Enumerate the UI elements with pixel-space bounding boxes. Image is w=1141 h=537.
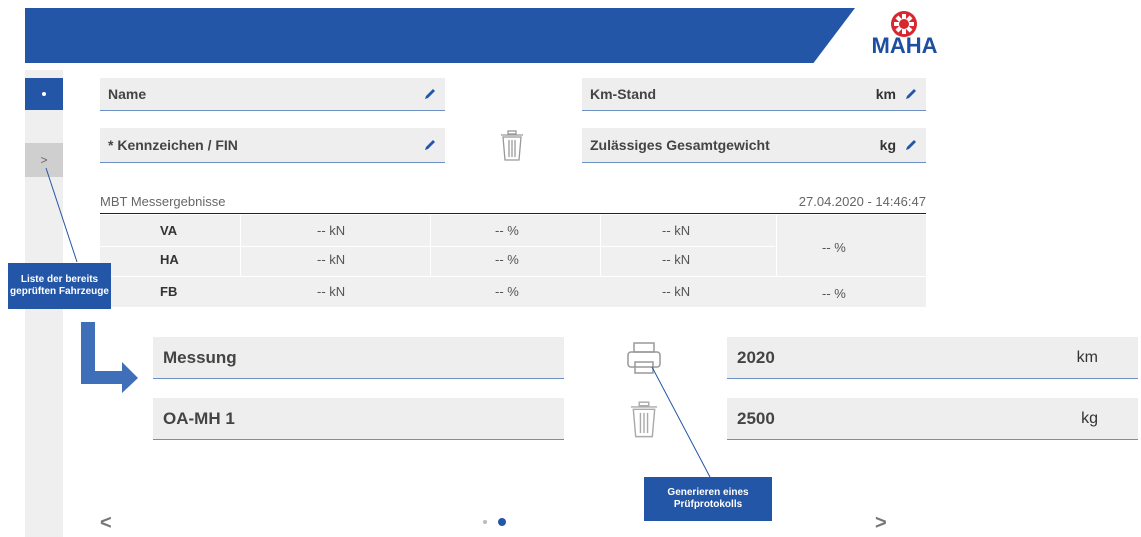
vehicle-list-callout: Liste der bereits geprüften Fahrzeuge xyxy=(8,263,111,309)
row-value: -- kN xyxy=(317,223,346,238)
header-bar xyxy=(25,8,855,63)
km-value: 2020 xyxy=(737,347,775,367)
table-row: FB -- kN -- % -- kN xyxy=(100,278,775,306)
column-separator xyxy=(776,215,777,277)
row-value: -- kN xyxy=(662,223,691,238)
trash-icon[interactable] xyxy=(499,130,525,162)
arrow-icon xyxy=(81,322,138,393)
measurement-name-value: Messung xyxy=(163,347,237,367)
page-indicator-dot-active[interactable] xyxy=(498,518,506,526)
callout-pointer-line xyxy=(45,167,78,263)
callout-pointer-line xyxy=(651,366,711,478)
previous-page-button[interactable]: < xyxy=(100,512,112,535)
weight-unit: kg xyxy=(1081,409,1098,427)
row-label: FB xyxy=(160,284,178,299)
plate-label: * Kennzeichen / FIN xyxy=(108,137,238,153)
edit-pencil-icon[interactable] xyxy=(904,138,918,152)
measurement-name-field[interactable]: Messung xyxy=(153,337,564,379)
weight-label: Zulässiges Gesamtgewicht xyxy=(590,137,770,153)
edit-pencil-icon[interactable] xyxy=(904,87,918,101)
name-label: Name xyxy=(108,86,147,102)
fb-percent-value: -- % xyxy=(822,286,846,301)
weight-field[interactable]: Zulässiges Gesamtgewicht kg xyxy=(582,128,926,163)
km-value-field[interactable]: 2020 km xyxy=(727,337,1138,379)
row-label: HA xyxy=(160,252,179,267)
vehicle-list-callout-text: Liste der bereits geprüften Fahrzeuge xyxy=(10,274,109,297)
table-divider xyxy=(100,213,926,214)
weight-value-field[interactable]: 2500 kg xyxy=(727,398,1138,440)
row-value: -- kN xyxy=(662,284,691,299)
current-indicator-icon xyxy=(42,92,46,96)
row-separator xyxy=(100,276,926,277)
name-field[interactable]: Name xyxy=(100,78,445,111)
km-label: Km-Stand xyxy=(590,86,657,102)
table-row: HA -- kN -- % -- kN xyxy=(100,246,775,274)
row-separator xyxy=(100,246,775,247)
row-value: -- kN xyxy=(662,252,691,267)
km-unit: km xyxy=(875,86,896,102)
row-value: -- kN xyxy=(317,284,346,299)
print-protocol-callout-text: Generieren eines Prüfprotokolls xyxy=(667,487,749,510)
row-label: VA xyxy=(160,223,178,238)
weight-value: 2500 xyxy=(737,408,775,428)
logo-text: MAHA xyxy=(871,33,938,58)
plate-value-field[interactable]: OA-MH 1 xyxy=(153,398,564,440)
print-protocol-callout: Generieren eines Prüfprotokolls xyxy=(644,477,772,521)
plate-field[interactable]: * Kennzeichen / FIN xyxy=(100,128,445,163)
plate-value: OA-MH 1 xyxy=(163,408,235,428)
merged-percent-value: -- % xyxy=(822,240,846,255)
edit-pencil-icon[interactable] xyxy=(423,138,437,152)
table-row: VA -- kN -- % -- kN xyxy=(100,217,775,245)
row-value: -- % xyxy=(495,252,519,267)
next-page-button[interactable]: > xyxy=(875,512,887,535)
km-field[interactable]: Km-Stand km xyxy=(582,78,926,111)
km-unit: km xyxy=(1076,348,1098,366)
results-datetime: 27.04.2020 - 14:46:47 xyxy=(798,194,926,209)
edit-pencil-icon[interactable] xyxy=(423,87,437,101)
page-indicator-dot[interactable] xyxy=(483,520,487,524)
row-value: -- % xyxy=(495,223,519,238)
row-value: -- % xyxy=(495,284,519,299)
row-value: -- kN xyxy=(317,252,346,267)
weight-unit: kg xyxy=(879,137,896,153)
